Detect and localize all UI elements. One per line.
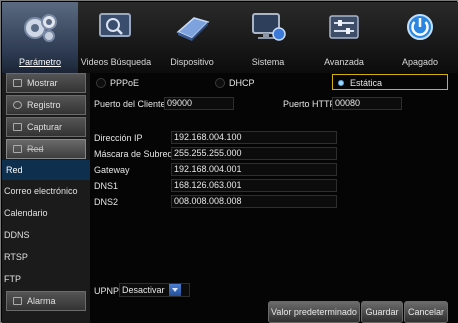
client-port-input[interactable]: 09000 — [164, 97, 234, 110]
tab-label: Parámetro — [18, 57, 62, 67]
power-icon — [407, 14, 433, 40]
upnp-label: UPNP — [94, 286, 120, 296]
sidebar-item-capturar[interactable]: Capturar — [6, 117, 86, 137]
tab-avanzada[interactable]: Avanzada — [306, 2, 382, 73]
tab-dispositivo[interactable]: Dispositivo — [154, 2, 230, 73]
tab-label: Avanzada — [324, 57, 364, 67]
sidebar-item-mostrar[interactable]: Mostrar — [6, 73, 86, 93]
gateway-label: Gateway — [94, 165, 130, 175]
hard-disk-icon — [176, 17, 210, 41]
client-port-label: Puerto del Cliente — [94, 99, 166, 109]
sliders-icon — [329, 15, 359, 39]
display-icon — [13, 79, 22, 87]
radio-label: PPPoE — [110, 78, 140, 88]
gear-icon — [13, 101, 22, 109]
tab-apagado[interactable]: Apagado — [382, 2, 458, 73]
sidebar-item-correo[interactable]: Correo electrónico — [2, 181, 90, 201]
tab-label: Sistema — [251, 57, 285, 67]
ip-label: Dirección IP — [94, 133, 143, 143]
http-port-label: Puerto HTTP — [283, 99, 336, 109]
sidebar-item-label: Correo electrónico — [4, 186, 78, 196]
network-icon — [13, 145, 22, 153]
default-button[interactable]: Valor predeterminado — [268, 301, 360, 323]
sidebar-item-label: Registro — [27, 100, 61, 110]
sidebar-item-calendario[interactable]: Calendario — [2, 203, 90, 223]
sidebar-item-ftp[interactable]: FTP — [2, 269, 90, 289]
cancel-button[interactable]: Cancelar — [404, 301, 448, 323]
tab-label: Videos Búsqueda — [80, 57, 152, 67]
tab-sistema[interactable]: Sistema — [230, 2, 306, 73]
top-menu: Parámetro Videos Búsqueda Dispositivo Si… — [2, 2, 458, 73]
gateway-input[interactable]: 192.168.004.001 — [171, 163, 337, 176]
tab-videos-busqueda[interactable]: Videos Búsqueda — [78, 2, 154, 73]
mask-label: Máscara de Subred — [94, 149, 173, 159]
app-window: Parámetro Videos Búsqueda Dispositivo Si… — [0, 0, 458, 323]
sidebar-item-registro[interactable]: Registro — [6, 95, 86, 115]
dns1-label: DNS1 — [94, 181, 119, 191]
radio-pppoe[interactable]: PPPoE — [96, 76, 139, 90]
sidebar-item-ddns[interactable]: DDNS — [2, 225, 90, 245]
alarm-icon — [13, 297, 22, 305]
radio-indicator — [338, 80, 344, 86]
ip-input[interactable]: 192.168.004.100 — [171, 131, 337, 144]
network-settings-panel: PPPoE DHCP Estática Puerto del Cliente 0… — [90, 73, 458, 323]
tab-label: Apagado — [401, 57, 439, 67]
dns2-label: DNS2 — [94, 197, 119, 207]
sidebar-item-red[interactable]: Red — [2, 160, 90, 180]
sidebar-group-red[interactable]: Red — [6, 139, 86, 159]
radio-indicator — [215, 78, 225, 88]
chevron-down-icon[interactable] — [168, 284, 181, 296]
radio-label: Estática — [350, 78, 383, 88]
sidebar-item-label: RTSP — [4, 252, 28, 262]
sidebar-item-label: Capturar — [27, 122, 63, 132]
monitor-lock-icon — [252, 13, 286, 41]
gears-icon — [24, 14, 57, 42]
sidebar-item-label: Red — [6, 165, 23, 175]
http-port-input[interactable]: 00080 — [332, 97, 402, 110]
upnp-select[interactable]: Desactivar — [119, 283, 190, 297]
sidebar-item-rtsp[interactable]: RTSP — [2, 247, 90, 267]
sidebar-item-label: Red — [27, 144, 44, 154]
sidebar-item-label: FTP — [4, 274, 21, 284]
radio-dhcp[interactable]: DHCP — [215, 76, 255, 90]
sidebar-item-label: Calendario — [4, 208, 48, 218]
sidebar-item-label: Mostrar — [27, 78, 58, 88]
mask-input[interactable]: 255.255.255.000 — [171, 147, 337, 160]
capture-icon — [13, 123, 22, 131]
sidebar-item-label: Alarma — [27, 296, 56, 306]
radio-indicator — [96, 78, 106, 88]
sidebar-item-alarma[interactable]: Alarma — [6, 291, 86, 311]
upnp-value: Desactivar — [122, 285, 165, 295]
radio-estatica[interactable]: Estática — [338, 76, 382, 90]
sidebar: Mostrar Registro Capturar Red Red Correo… — [2, 73, 90, 323]
dns2-input[interactable]: 008.008.008.008 — [171, 195, 337, 208]
sidebar-item-label: DDNS — [4, 230, 30, 240]
save-button[interactable]: Guardar — [361, 301, 403, 323]
tab-parametro[interactable]: Parámetro — [2, 2, 78, 73]
magnifier-screen-icon — [99, 13, 131, 37]
tab-label: Dispositivo — [170, 57, 214, 67]
dns1-input[interactable]: 168.126.063.001 — [171, 179, 337, 192]
radio-label: DHCP — [229, 78, 255, 88]
